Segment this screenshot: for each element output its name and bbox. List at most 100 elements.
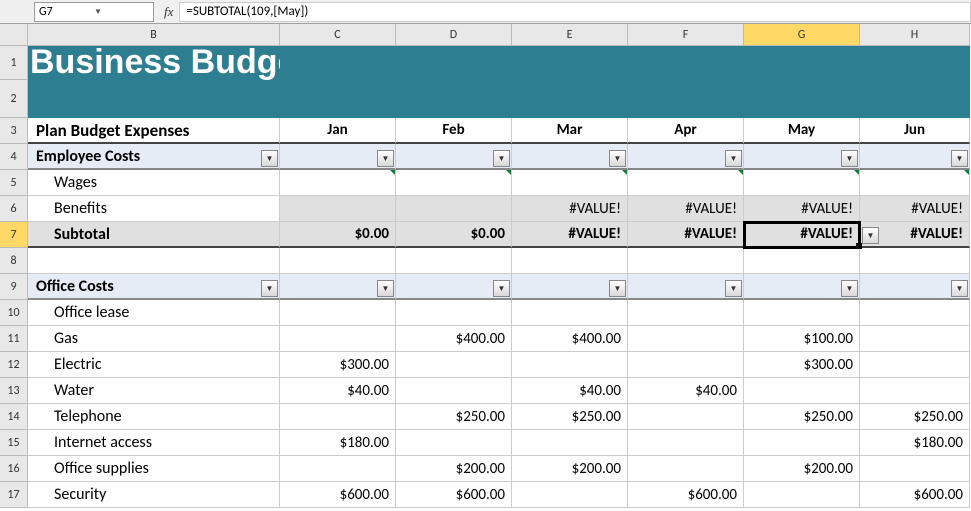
cell[interactable]: $600.00 — [628, 482, 744, 508]
cell[interactable] — [628, 170, 744, 196]
header-jan[interactable]: Jan — [280, 118, 396, 144]
filter-dropdown-icon[interactable]: ▼ — [609, 150, 626, 167]
header-apr[interactable]: Apr — [628, 118, 744, 144]
filter-dropdown-icon[interactable]: ▼ — [377, 280, 394, 297]
col-header-f[interactable]: F — [628, 24, 744, 46]
cell[interactable] — [396, 352, 512, 378]
row-header-8[interactable]: 8 — [0, 248, 28, 274]
header-feb[interactable]: Feb — [396, 118, 512, 144]
filter-dropdown-icon[interactable]: ▼ — [725, 150, 742, 167]
row-header-5[interactable]: 5 — [0, 170, 28, 196]
filter-dropdown-icon[interactable]: ▼ — [377, 150, 394, 167]
filter-dropdown-icon[interactable]: ▼ — [951, 280, 968, 297]
name-box-dropdown-icon[interactable]: ▼ — [94, 7, 149, 17]
cell[interactable] — [512, 248, 628, 274]
cell[interactable] — [396, 300, 512, 326]
cell[interactable]: $200.00 — [512, 456, 628, 482]
cell[interactable]: ▼ — [396, 274, 512, 300]
cell[interactable] — [744, 482, 860, 508]
cell[interactable] — [512, 46, 628, 80]
filter-dropdown-icon[interactable]: ▼ — [261, 150, 278, 167]
cell[interactable] — [744, 248, 860, 274]
select-all-corner[interactable] — [0, 24, 28, 46]
cell[interactable] — [744, 300, 860, 326]
cell[interactable]: ▼ — [628, 144, 744, 170]
row-header-2[interactable]: 2 — [0, 80, 28, 118]
formula-input[interactable]: =SUBTOTAL(109,[May]) — [179, 2, 971, 22]
cell[interactable] — [280, 196, 396, 222]
cell[interactable] — [280, 456, 396, 482]
cell[interactable] — [860, 352, 970, 378]
row-header-4[interactable]: 4 — [0, 144, 28, 170]
cell[interactable] — [744, 378, 860, 404]
cell[interactable]: ▼ — [396, 144, 512, 170]
row-header-9[interactable]: 9 — [0, 274, 28, 300]
row-header-3[interactable]: 3 — [0, 118, 28, 144]
filter-dropdown-icon[interactable]: ▼ — [841, 150, 858, 167]
row-header-11[interactable]: 11 — [0, 326, 28, 352]
cell[interactable]: $200.00 — [744, 456, 860, 482]
cell[interactable] — [860, 46, 970, 80]
cell[interactable]: $40.00 — [512, 378, 628, 404]
cell[interactable] — [744, 430, 860, 456]
cell[interactable]: $250.00 — [396, 404, 512, 430]
cell[interactable]: $400.00 — [396, 326, 512, 352]
cell[interactable] — [512, 80, 628, 118]
cell[interactable] — [860, 326, 970, 352]
cell[interactable] — [860, 80, 970, 118]
title-cell[interactable]: Business Budget Template Excel — [28, 46, 280, 80]
cell[interactable] — [512, 430, 628, 456]
cell[interactable]: $180.00 — [860, 430, 970, 456]
cell[interactable] — [860, 248, 970, 274]
cell[interactable] — [860, 456, 970, 482]
header-jun[interactable]: Jun — [860, 118, 970, 144]
cell[interactable] — [628, 326, 744, 352]
row-header-13[interactable]: 13 — [0, 378, 28, 404]
cell[interactable] — [628, 80, 744, 118]
label-cell[interactable]: Benefits — [28, 196, 280, 222]
cell[interactable]: ▼ — [280, 274, 396, 300]
cell[interactable]: ▼ — [860, 144, 970, 170]
label-cell[interactable]: Telephone — [28, 404, 280, 430]
row-header-10[interactable]: 10 — [0, 300, 28, 326]
cell[interactable]: #VALUE! — [628, 196, 744, 222]
row-header-1[interactable]: 1 — [0, 46, 28, 80]
label-cell[interactable]: Subtotal — [28, 222, 280, 248]
filter-dropdown-icon[interactable]: ▼ — [725, 280, 742, 297]
cell[interactable]: #VALUE! — [512, 222, 628, 248]
cell[interactable] — [512, 482, 628, 508]
row-header-14[interactable]: 14 — [0, 404, 28, 430]
cell[interactable] — [28, 248, 280, 274]
cell[interactable] — [628, 430, 744, 456]
cell[interactable] — [860, 170, 970, 196]
cell[interactable]: ▼ — [860, 274, 970, 300]
cell[interactable]: $250.00 — [512, 404, 628, 430]
section-label[interactable]: Employee Costs▼ — [28, 144, 280, 170]
label-cell[interactable]: Water — [28, 378, 280, 404]
cell[interactable] — [628, 456, 744, 482]
cell[interactable]: $300.00 — [744, 352, 860, 378]
label-cell[interactable]: Security — [28, 482, 280, 508]
cell[interactable] — [280, 80, 396, 118]
cell[interactable] — [628, 404, 744, 430]
filter-dropdown-icon[interactable]: ▼ — [493, 280, 510, 297]
cell[interactable]: $40.00 — [280, 378, 396, 404]
cell[interactable]: $100.00 — [744, 326, 860, 352]
cell[interactable]: $600.00 — [280, 482, 396, 508]
row-header-12[interactable]: 12 — [0, 352, 28, 378]
header-label[interactable]: Plan Budget Expenses — [28, 118, 280, 144]
cell[interactable] — [396, 430, 512, 456]
filter-dropdown-icon[interactable]: ▼ — [609, 280, 626, 297]
header-mar[interactable]: Mar — [512, 118, 628, 144]
cell[interactable]: $400.00 — [512, 326, 628, 352]
filter-dropdown-icon[interactable]: ▼ — [841, 280, 858, 297]
label-cell[interactable]: Office lease — [28, 300, 280, 326]
filter-dropdown-icon[interactable]: ▼ — [951, 150, 968, 167]
autofilter-dropdown-icon[interactable]: ▼ — [862, 227, 879, 244]
cell[interactable]: $0.00 — [396, 222, 512, 248]
section-label[interactable]: Office Costs▼ — [28, 274, 280, 300]
cell[interactable] — [396, 170, 512, 196]
cell[interactable] — [512, 170, 628, 196]
cell[interactable] — [512, 352, 628, 378]
cell[interactable] — [280, 300, 396, 326]
